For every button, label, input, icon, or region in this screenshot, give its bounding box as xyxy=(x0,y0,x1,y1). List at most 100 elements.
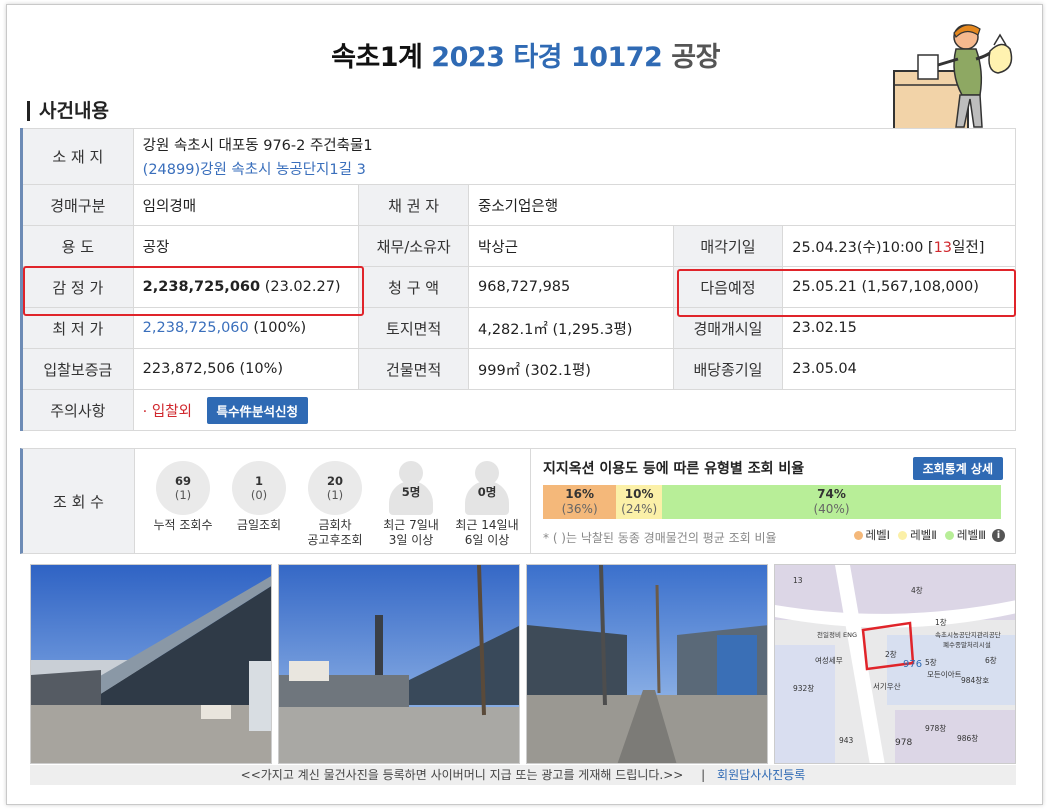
deposit-value: 223,872,506 (10%) xyxy=(132,348,360,390)
claim-value: 968,727,985 xyxy=(468,266,674,308)
ratio-segment-avg: (40%) xyxy=(813,502,850,516)
sale-dday-suffix: 일전] xyxy=(952,239,985,256)
view-ratio-panel: 지지옥션 이용도 등에 따른 유형별 조회 비율 조회통계 상세 16% (36%… xyxy=(531,449,1015,553)
views-counters: 69 (1) 누적 조회수 1 (0) 금일조회 20 (1) 금회차 공고후조회… xyxy=(135,449,531,553)
property-photo[interactable] xyxy=(30,564,272,764)
map-label: 978창 xyxy=(925,724,946,733)
counter-this-round: 20 (1) 금회차 공고후조회 xyxy=(297,449,373,553)
ratio-bar: 16% (36%) 10% (24%) 74% (40%) xyxy=(543,485,1001,519)
usage-label: 용 도 xyxy=(21,225,134,267)
creditor-label: 채 권 자 xyxy=(358,184,469,226)
counter-circle: 1 (0) xyxy=(232,461,286,515)
ratio-segment-2: 10% (24%) xyxy=(616,485,663,519)
map-label: 폐수종말처리시설 xyxy=(943,640,991,649)
sale-date-value: 25.04.23(수)10:00 [13일전] xyxy=(782,225,1016,267)
claim-label: 청 구 액 xyxy=(358,266,469,308)
counter-prev: (1) xyxy=(174,488,192,502)
map-label: 속초시농공단지관리공단 xyxy=(935,630,1001,639)
counter-caption-line: 최근 7일내 xyxy=(383,518,439,532)
deposit-label: 입찰보증금 xyxy=(21,348,134,390)
footer-separator: | xyxy=(701,768,706,782)
map-label: 4창 xyxy=(911,586,923,595)
special-analysis-button[interactable]: 특수件분석신청 xyxy=(206,396,309,424)
court-name: 속초1계 xyxy=(331,42,423,73)
min-price-amount: 2,238,725,060 xyxy=(142,320,249,336)
view-stats-detail-button[interactable]: 조회통계 상세 xyxy=(912,457,1003,480)
map-label: 976 xyxy=(903,659,922,670)
legend-level1: 레벨Ⅰ xyxy=(865,528,891,542)
auction-type-value: 임의경매 xyxy=(132,184,360,226)
person-icon: 0명 xyxy=(460,461,514,515)
land-area-label: 토지면적 xyxy=(358,307,469,349)
dividend-label: 배당종기일 xyxy=(672,348,784,390)
map-label: 1창 xyxy=(935,618,947,627)
counter-number: 69 xyxy=(174,474,191,488)
views-label: 조 회 수 xyxy=(23,449,135,553)
counter-caption: 최근 7일내 3일 이상 xyxy=(373,518,449,548)
counter-circle: 69 (1) xyxy=(156,461,210,515)
legend-level2: 레벨Ⅱ xyxy=(910,528,937,542)
legend-level3: 레벨Ⅲ xyxy=(956,528,986,542)
section-title: 사건내용 xyxy=(27,101,109,121)
counter-caption: 금회차 공고후조회 xyxy=(297,518,373,548)
sale-date-text: 25.04.23(수)10:00 [ xyxy=(792,239,934,256)
person-icon: 5명 xyxy=(384,461,438,515)
map-label: 943 xyxy=(839,736,854,745)
counter-recent-14: 0명 최근 14일내 6일 이상 xyxy=(449,449,525,553)
ratio-segment-3: 74% (40%) xyxy=(662,485,1001,519)
sale-date-label: 매각기일 xyxy=(672,225,784,267)
min-price-pct: (100%) xyxy=(253,320,307,336)
map-label: 932창 xyxy=(793,684,814,693)
ratio-segment-value: 74% xyxy=(817,487,846,501)
photo-footer-text: <<가지고 계신 물건사진을 등록하면 사이버머니 지급 또는 광고를 게재해 … xyxy=(240,768,684,782)
ratio-segment-avg: (36%) xyxy=(561,502,598,516)
ratio-segment-value: 10% xyxy=(624,487,654,501)
counter-number: 1 xyxy=(254,474,263,488)
location-road-address[interactable]: (24899)강원 속초시 농공단지1길 3 xyxy=(143,158,1006,179)
counter-caption-line: 최근 14일내 xyxy=(455,518,519,532)
sale-dday: 13 xyxy=(933,239,953,256)
counter-caption-line: 공고후조회 xyxy=(307,533,363,547)
views-panel: 조 회 수 69 (1) 누적 조회수 1 (0) 금일조회 20 (1) 금회… xyxy=(20,448,1016,554)
location-label: 소 재 지 xyxy=(21,128,134,185)
map-label: 6창 xyxy=(985,656,997,665)
photo-footer: <<가지고 계신 물건사진을 등록하면 사이버머니 지급 또는 광고를 게재해 … xyxy=(30,765,1016,785)
next-schedule-highlight xyxy=(677,269,1016,317)
dividend-value: 23.05.04 xyxy=(782,348,1016,390)
counter-caption-line: 3일 이상 xyxy=(388,533,434,547)
road-photo-icon xyxy=(527,565,767,763)
usage-value: 공장 xyxy=(132,225,360,267)
appraisal-highlight xyxy=(23,266,364,316)
person-count: 0명 xyxy=(477,485,497,499)
counter-total: 69 (1) 누적 조회수 xyxy=(145,449,221,553)
legend-dot-level2 xyxy=(898,530,908,540)
counter-caption-line: 금회차 xyxy=(318,518,352,532)
counter-caption-line: 6일 이상 xyxy=(464,533,510,547)
property-photo[interactable] xyxy=(278,564,520,764)
map-label: 984창호 xyxy=(961,676,989,685)
location-cell: 강원 속초시 대포동 976-2 주건축물1 (24899)강원 속초시 농공단… xyxy=(132,128,1017,185)
ratio-legend: 레벨Ⅰ 레벨Ⅱ 레벨Ⅲ i xyxy=(846,527,1005,543)
counter-caption: 최근 14일내 6일 이상 xyxy=(449,518,525,548)
property-map[interactable]: 13 976 2창 서기우산 984창호 모든이아트 여성세무 932창 978… xyxy=(774,564,1016,764)
ratio-segment-value: 16% xyxy=(565,487,594,501)
property-kind: 공장 xyxy=(671,42,720,73)
map-label: 13 xyxy=(793,576,803,585)
building-area-label: 건물면적 xyxy=(358,348,469,390)
debtor-label: 채무/소유자 xyxy=(358,225,469,267)
debtor-value: 박상근 xyxy=(468,225,674,267)
map-label: 서기우산 xyxy=(873,681,901,691)
creditor-value: 중소기업은행 xyxy=(468,184,1016,226)
counter-caption: 금일조회 xyxy=(236,518,282,532)
counter-caption: 누적 조회수 xyxy=(153,518,213,532)
property-photo[interactable] xyxy=(526,564,768,764)
notice-item: · 입찰외 xyxy=(142,403,192,420)
counter-today: 1 (0) 금일조회 xyxy=(221,449,297,553)
map-label: 모든이아트 xyxy=(927,669,962,679)
map-label: 2창 xyxy=(885,650,897,659)
register-photo-link[interactable]: 회원답사사진등록 xyxy=(717,768,805,782)
info-icon[interactable]: i xyxy=(992,528,1005,542)
case-number: 2023 타경 10172 xyxy=(431,42,663,73)
map-label: 986창 xyxy=(957,734,978,743)
counter-prev: (0) xyxy=(250,488,268,502)
